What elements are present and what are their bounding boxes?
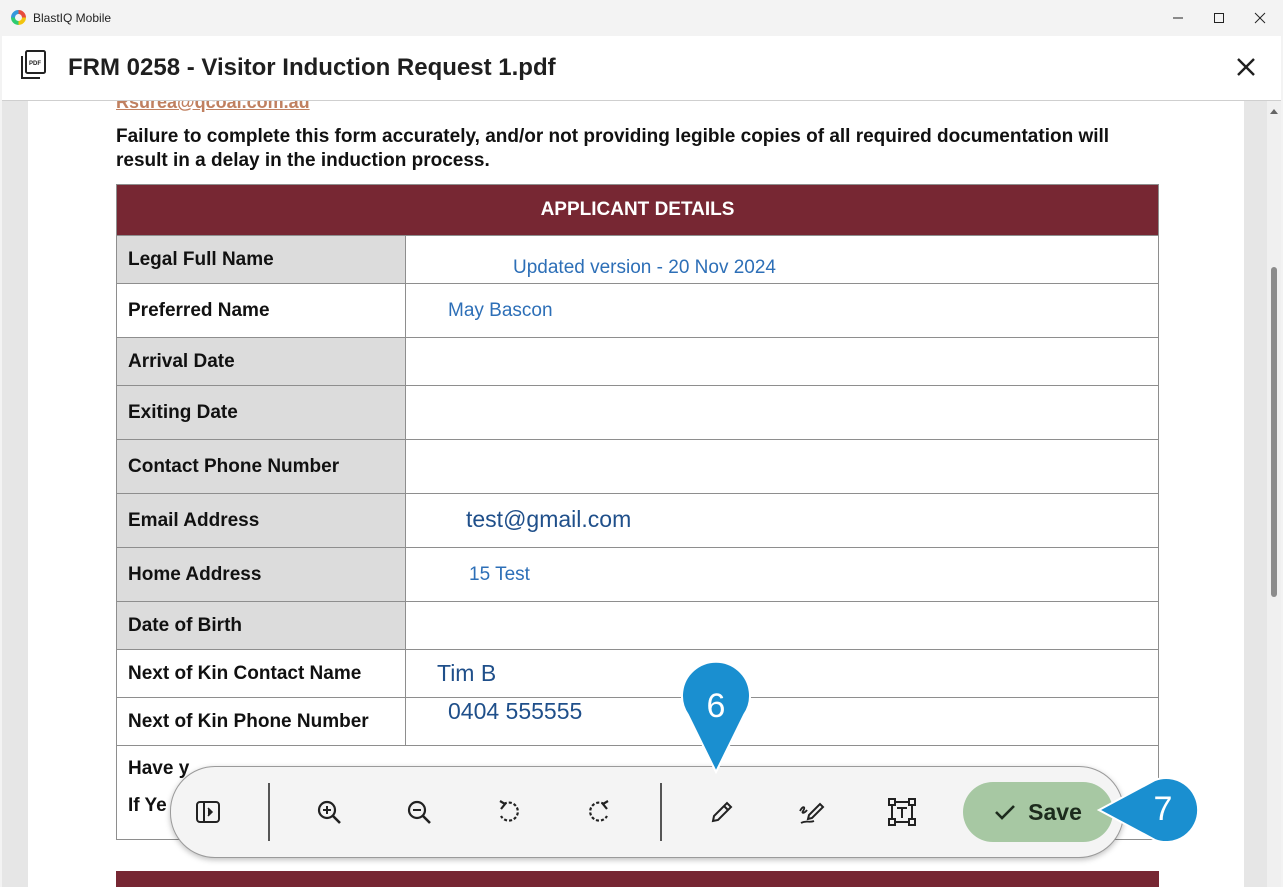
next-of-kin-phone-field[interactable]: 0404 555555 xyxy=(405,697,1159,746)
close-document-button[interactable] xyxy=(1237,58,1255,76)
text-box-button[interactable] xyxy=(884,794,920,830)
document-header: PDF FRM 0258 - Visitor Induction Request… xyxy=(2,36,1281,101)
table-row: Next of Kin Phone Number 0404 555555 xyxy=(116,697,1159,746)
svg-text:PDF: PDF xyxy=(29,61,41,67)
minimize-button[interactable] xyxy=(1155,0,1201,36)
app-title: BlastIQ Mobile xyxy=(33,11,112,25)
scroll-up-icon[interactable] xyxy=(1270,109,1278,114)
notice-text: Failure to complete this form accurately… xyxy=(116,126,1110,171)
window-close-button[interactable] xyxy=(1237,0,1283,36)
field-label: Preferred Name xyxy=(116,283,406,338)
applicant-details-table: APPLICANT DETAILS Legal Full Name Update… xyxy=(116,184,1159,840)
table-row: Date of Birth xyxy=(116,601,1159,650)
document-title: FRM 0258 - Visitor Induction Request 1.p… xyxy=(68,54,556,81)
rotate-left-button[interactable] xyxy=(491,794,527,830)
pen-icon xyxy=(711,801,733,823)
maximize-button[interactable] xyxy=(1196,0,1242,36)
zoom-in-icon xyxy=(317,800,341,824)
table-row: Home Address 15 Test xyxy=(116,547,1159,602)
sidebar-toggle-button[interactable] xyxy=(190,794,226,830)
field-label: Arrival Date xyxy=(116,337,406,386)
field-label: Next of Kin Contact Name xyxy=(116,649,406,698)
email-address-field[interactable]: test@gmail.com xyxy=(405,493,1159,548)
field-label: Home Address xyxy=(116,547,406,602)
field-label: Exiting Date xyxy=(116,385,406,440)
minimize-icon xyxy=(1173,17,1183,19)
maximize-icon xyxy=(1214,13,1224,23)
table-row: Next of Kin Contact Name Tim B xyxy=(116,649,1159,698)
rotate-right-button[interactable] xyxy=(581,794,617,830)
annotation-toolbar: Save xyxy=(170,766,1124,858)
scroll-thumb[interactable] xyxy=(1271,267,1277,597)
vertical-scrollbar[interactable] xyxy=(1267,101,1281,887)
table-row: Exiting Date xyxy=(116,385,1159,440)
window-close-icon xyxy=(1254,12,1266,24)
zoom-out-icon xyxy=(407,800,431,824)
save-label: Save xyxy=(1028,798,1082,825)
pdf-file-icon: PDF xyxy=(21,50,46,79)
signature-icon xyxy=(799,802,825,824)
app-logo-icon xyxy=(11,10,26,25)
table-row: Legal Full Name Updated version - 20 Nov… xyxy=(116,235,1159,284)
text-box-icon xyxy=(888,798,916,826)
home-address-field[interactable]: 15 Test xyxy=(405,547,1159,602)
callout-7-number: 7 xyxy=(1153,789,1173,828)
table-row: Email Address test@gmail.com xyxy=(116,493,1159,548)
signature-button[interactable] xyxy=(794,794,830,830)
rotate-right-icon xyxy=(589,800,609,822)
field-label: Contact Phone Number xyxy=(116,439,406,494)
next-section-header xyxy=(116,871,1159,887)
table-row: Contact Phone Number xyxy=(116,439,1159,494)
field-label: Next of Kin Phone Number xyxy=(116,697,406,746)
callout-6-number: 6 xyxy=(706,686,726,725)
zoom-out-button[interactable] xyxy=(401,794,437,830)
date-of-birth-field[interactable] xyxy=(405,601,1159,650)
contact-phone-field[interactable] xyxy=(405,439,1159,494)
partial-email-link[interactable]: Rsurea@qcoal.com.au xyxy=(116,101,310,113)
save-button[interactable]: Save xyxy=(963,782,1113,842)
app-window: BlastIQ Mobile PDF FRM 0258 - Visitor In… xyxy=(0,0,1283,887)
table-row: Arrival Date xyxy=(116,337,1159,386)
rotate-left-icon xyxy=(499,800,519,822)
arrival-date-field[interactable] xyxy=(405,337,1159,386)
section-title: APPLICANT DETAILS xyxy=(116,184,1159,236)
field-label: Date of Birth xyxy=(116,601,406,650)
next-of-kin-name-field[interactable]: Tim B xyxy=(405,649,1159,698)
sidebar-toggle-icon xyxy=(196,801,220,823)
table-row: Preferred Name May Bascon xyxy=(116,283,1159,338)
pen-button[interactable] xyxy=(704,794,740,830)
exiting-date-field[interactable] xyxy=(405,385,1159,440)
field-label: Email Address xyxy=(116,493,406,548)
toolbar-divider xyxy=(268,783,270,841)
title-bar: BlastIQ Mobile xyxy=(0,0,1283,36)
preferred-name-field[interactable]: May Bascon xyxy=(405,283,1159,338)
legal-full-name-field[interactable]: Updated version - 20 Nov 2024 xyxy=(405,235,1159,284)
check-icon xyxy=(995,805,1016,820)
field-label: Legal Full Name xyxy=(116,235,406,284)
zoom-in-button[interactable] xyxy=(311,794,347,830)
toolbar-divider xyxy=(660,783,662,841)
